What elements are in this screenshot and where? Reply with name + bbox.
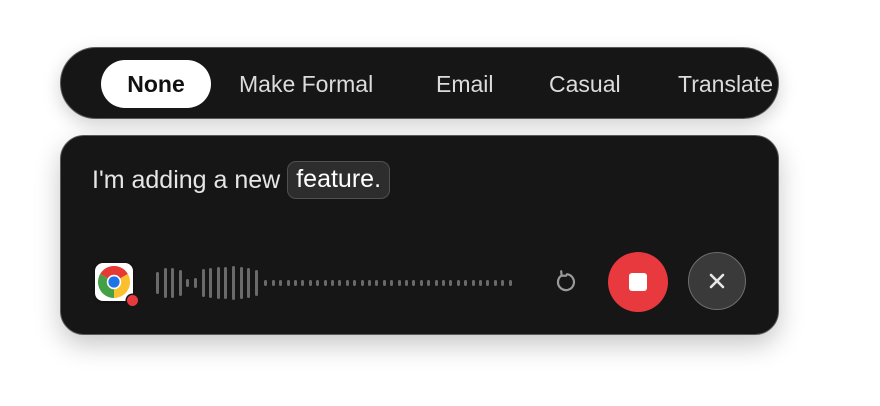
waveform-bar bbox=[156, 272, 159, 294]
waveform-dot bbox=[405, 280, 408, 286]
redo-icon bbox=[556, 270, 576, 292]
waveform-dot bbox=[508, 280, 512, 286]
waveform-bar bbox=[178, 270, 182, 296]
waveform-dot bbox=[442, 280, 445, 286]
waveform-dot bbox=[479, 280, 482, 286]
waveform-dot bbox=[294, 280, 297, 286]
waveform-dot bbox=[493, 280, 497, 286]
waveform-dot bbox=[368, 280, 371, 286]
waveform-bar bbox=[186, 279, 190, 287]
waveform-bar bbox=[232, 266, 235, 300]
dictation-panel: I'm adding a new feature. bbox=[60, 135, 779, 335]
mode-selector: None Make Formal Email Casual Translate bbox=[60, 47, 779, 119]
dictation-overlay: None Make Formal Email Casual Translate … bbox=[0, 0, 880, 406]
stop-icon bbox=[629, 273, 647, 291]
transcript-text: I'm adding a new bbox=[92, 165, 281, 194]
waveform-bar bbox=[224, 267, 228, 299]
waveform-dot bbox=[308, 280, 312, 286]
waveform-bar bbox=[216, 267, 220, 299]
mode-tab-none[interactable]: None bbox=[101, 60, 211, 108]
waveform-bar bbox=[239, 267, 243, 299]
waveform-dot bbox=[279, 280, 283, 286]
waveform-dot bbox=[471, 280, 475, 286]
close-button[interactable] bbox=[688, 252, 746, 310]
waveform-dot bbox=[486, 280, 490, 286]
waveform-dot bbox=[316, 280, 320, 286]
mode-tab-translate[interactable]: Translate bbox=[678, 60, 773, 108]
audio-waveform bbox=[156, 265, 516, 301]
waveform-bar bbox=[254, 270, 258, 296]
waveform-dot bbox=[271, 280, 275, 286]
waveform-dot bbox=[397, 280, 401, 286]
waveform-bar bbox=[201, 269, 205, 297]
waveform-bar bbox=[171, 268, 175, 298]
recording-indicator bbox=[127, 295, 138, 306]
waveform-dot bbox=[286, 280, 290, 286]
chrome-icon bbox=[95, 263, 133, 301]
mode-tab-casual[interactable]: Casual bbox=[549, 60, 621, 108]
waveform-bar bbox=[163, 268, 167, 298]
transcript: I'm adding a new feature. bbox=[92, 160, 391, 200]
waveform-dot bbox=[456, 280, 460, 286]
waveform-dot bbox=[353, 280, 357, 286]
waveform-dot bbox=[501, 280, 505, 286]
redo-button[interactable] bbox=[552, 268, 580, 296]
waveform-dot bbox=[323, 280, 327, 286]
mode-tab-email[interactable]: Email bbox=[436, 60, 494, 108]
waveform-bar bbox=[209, 268, 213, 298]
waveform-dot bbox=[264, 280, 268, 286]
waveform-dot bbox=[375, 280, 379, 286]
waveform-bar bbox=[194, 278, 197, 288]
waveform-dot bbox=[360, 280, 364, 286]
waveform-dot bbox=[382, 280, 386, 286]
waveform-dot bbox=[338, 280, 342, 286]
waveform-dot bbox=[390, 280, 394, 286]
close-icon bbox=[709, 273, 725, 289]
waveform-dot bbox=[345, 280, 349, 286]
mode-tab-make-formal[interactable]: Make Formal bbox=[239, 60, 373, 108]
waveform-dot bbox=[449, 280, 453, 286]
waveform-dot bbox=[464, 280, 468, 286]
transcript-highlight: feature. bbox=[287, 161, 391, 199]
waveform-dot bbox=[301, 280, 305, 286]
waveform-dot bbox=[331, 280, 334, 286]
waveform-bar bbox=[247, 268, 251, 298]
waveform-dot bbox=[427, 280, 431, 286]
stop-button[interactable] bbox=[608, 252, 668, 312]
waveform-dot bbox=[412, 280, 416, 286]
waveform-dot bbox=[434, 280, 438, 286]
waveform-dot bbox=[419, 280, 423, 286]
